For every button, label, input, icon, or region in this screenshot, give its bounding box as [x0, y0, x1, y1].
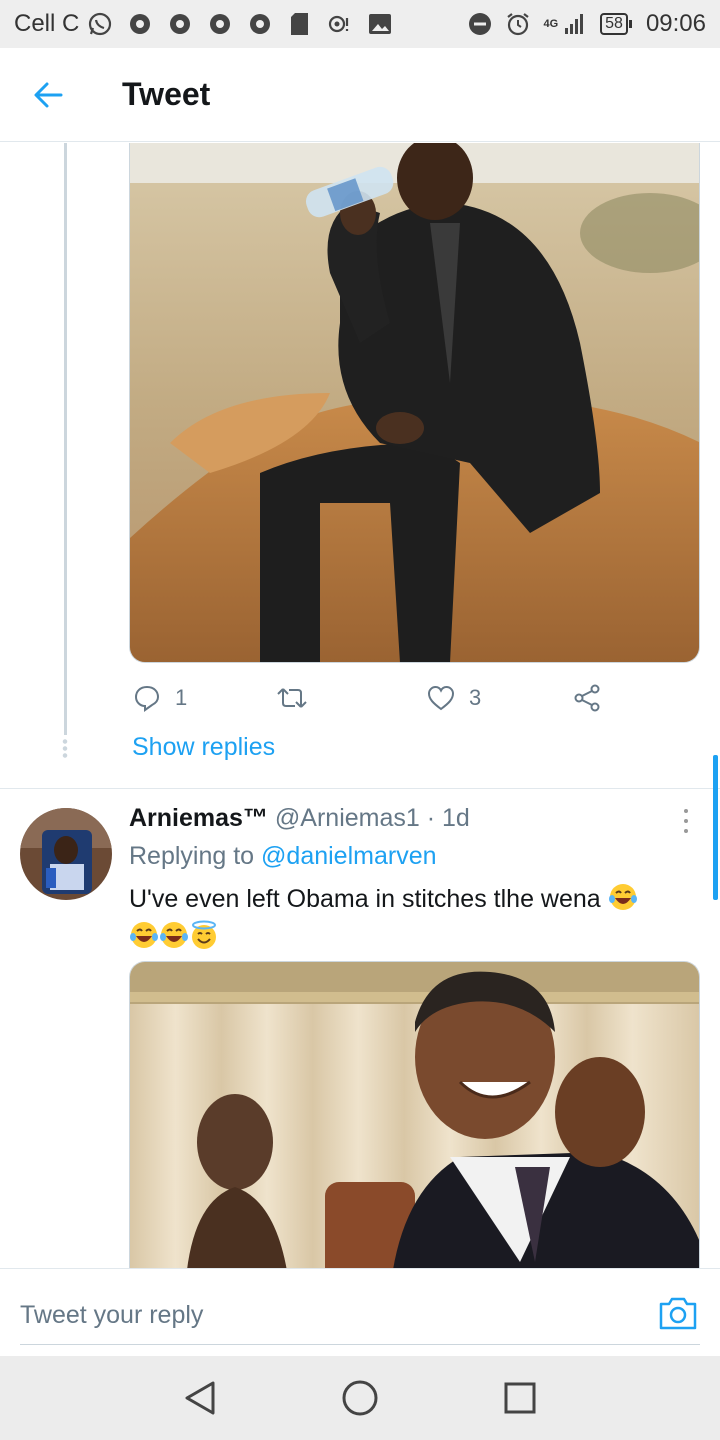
app-header: Tweet [0, 48, 720, 142]
clock: 09:06 [645, 10, 706, 37]
do-not-disturb-icon [467, 11, 493, 37]
nav-home-button[interactable] [335, 1373, 385, 1423]
chrome-icon [167, 11, 193, 37]
reply-icon [134, 685, 160, 712]
alarm-icon [505, 11, 531, 37]
laughing-tears-emoji-icon [160, 922, 188, 948]
vpn-key-icon [327, 11, 353, 37]
camera-icon [659, 1297, 697, 1330]
tweet-age: 1d [442, 804, 470, 832]
chrome-icon [207, 11, 233, 37]
chrome-icon [247, 11, 273, 37]
retweet-button[interactable] [275, 685, 309, 711]
camera-button[interactable] [658, 1295, 702, 1335]
share-icon [574, 684, 600, 712]
circle-home-icon [342, 1380, 378, 1416]
page-title: Tweet [122, 76, 211, 112]
retweet-icon [277, 688, 307, 708]
square-recents-icon [504, 1382, 536, 1414]
reply-input[interactable]: Tweet your reply [20, 1289, 700, 1345]
arrow-left-icon [34, 82, 63, 107]
more-dot [684, 819, 688, 823]
laughing-tears-emoji-icon [130, 922, 158, 948]
battery-indicator: 58 [600, 13, 632, 35]
replying-to-handle[interactable]: @danielmarven [261, 842, 436, 870]
tweet-photo[interactable] [129, 143, 700, 663]
tweet-actions: 1 3 [129, 676, 609, 720]
like-count: 3 [469, 685, 482, 710]
reply-count: 1 [175, 685, 188, 710]
status-bar: Cell C 4G 58 09:06 [0, 0, 720, 48]
replying-to: Replying to @danielmarven [129, 842, 437, 871]
display-name[interactable]: Arniemas™ [129, 804, 268, 832]
system-indicators: 4G 58 09:06 [467, 10, 706, 38]
scrollbar[interactable] [713, 755, 718, 900]
tweet-photo[interactable] [129, 961, 700, 1291]
tweet-divider [0, 788, 720, 789]
chrome-icon [127, 11, 153, 37]
whatsapp-icon [87, 11, 113, 37]
triangle-back-icon [185, 1381, 215, 1415]
thread-line [64, 143, 67, 735]
network-type: 4G [543, 17, 559, 30]
back-button[interactable] [0, 48, 96, 142]
like-button[interactable]: 3 [427, 685, 481, 711]
notification-icons [87, 11, 393, 37]
share-button[interactable] [573, 684, 603, 712]
nav-recents-button[interactable] [495, 1373, 545, 1423]
gallery-icon [367, 11, 393, 37]
reply-button[interactable]: 1 [133, 684, 187, 712]
laughing-tears-emoji-icon [608, 884, 637, 910]
system-nav-bar [0, 1356, 720, 1440]
thread-continuation-dots [62, 738, 68, 760]
heart-icon [427, 685, 455, 711]
more-dot [684, 829, 688, 833]
tweet-body: U've even left Obama in stitches tlhe we… [129, 885, 601, 913]
more-options-button[interactable] [674, 806, 698, 836]
tweet-meta: Arniemas™ @Arniemas1 · 1d [129, 804, 470, 833]
show-replies-link[interactable]: Show replies [132, 733, 275, 762]
reply-composer: Tweet your reply [0, 1268, 720, 1356]
user-handle[interactable]: @Arniemas1 [275, 804, 420, 832]
more-dot [684, 809, 688, 813]
avatar[interactable] [20, 808, 112, 900]
signal-icon [562, 11, 588, 37]
sd-card-icon [287, 11, 313, 37]
carrier-name: Cell C [14, 10, 80, 37]
smiling-halo-emoji-icon [192, 920, 216, 949]
nav-back-button[interactable] [175, 1373, 225, 1423]
replying-to-label: Replying to [129, 842, 255, 870]
meta-separator: · [426, 804, 436, 832]
tweet-text: U've even left Obama in stitches tlhe we… [129, 880, 689, 956]
